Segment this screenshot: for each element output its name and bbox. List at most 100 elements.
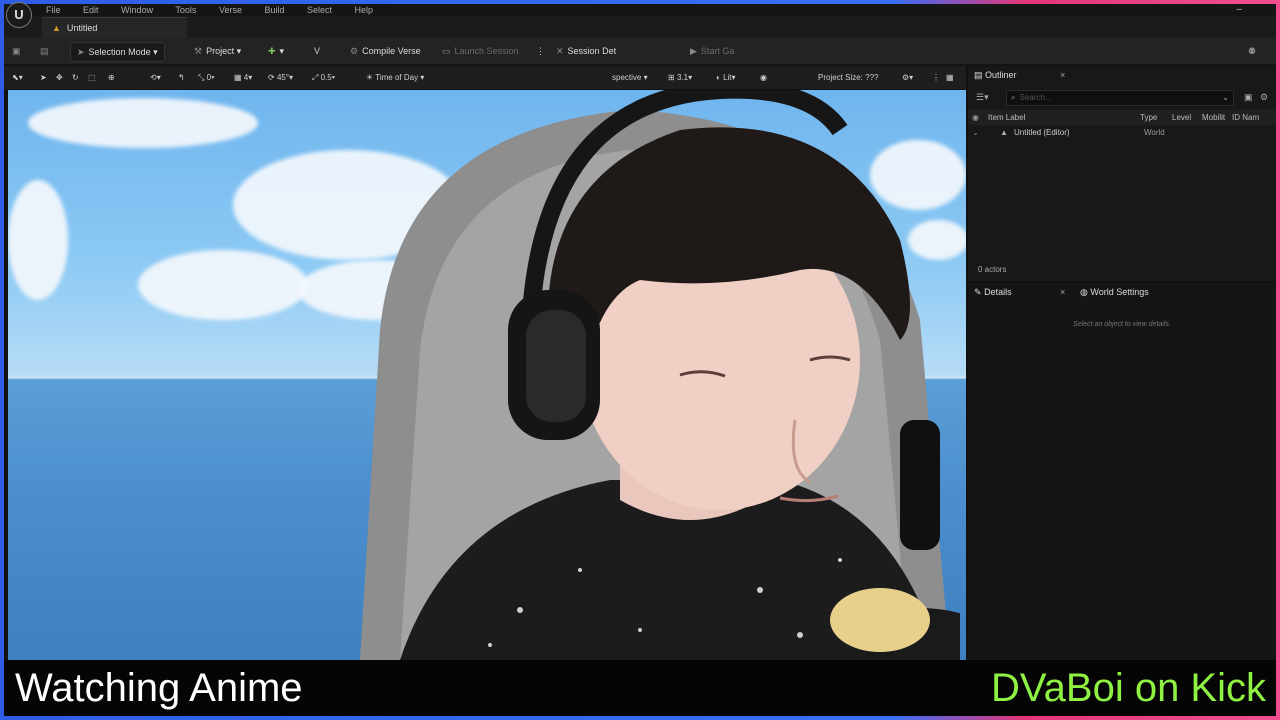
- column-level[interactable]: Level: [1172, 110, 1191, 125]
- viewport-menu-icon[interactable]: ⋮: [932, 69, 940, 86]
- new-folder-icon[interactable]: ▣: [1244, 88, 1253, 106]
- menu-file[interactable]: File: [46, 5, 61, 15]
- project-label: Project: [206, 46, 235, 56]
- filter-icon[interactable]: ☰▾: [976, 88, 989, 106]
- viewport-layout-icon[interactable]: ▦: [946, 69, 954, 86]
- menu-verse[interactable]: Verse: [219, 5, 242, 15]
- menu-window[interactable]: Window: [121, 5, 153, 15]
- tab-untitled[interactable]: ▲ Untitled: [42, 17, 187, 39]
- search-icon: ⌕: [1011, 93, 1016, 102]
- rotate-snap[interactable]: ⟳ 45°▾: [268, 69, 293, 86]
- details-panel: ✎ Details × ◍ World Settings Select an o…: [968, 283, 1276, 660]
- grid-snap[interactable]: ▦ 4▾: [234, 69, 252, 86]
- add-content-button[interactable]: ✚ ▾: [268, 42, 284, 60]
- column-mobility[interactable]: Mobilit: [1202, 110, 1225, 125]
- grid-snap-value: 4: [243, 73, 249, 82]
- world-icon: ▲: [1000, 128, 1008, 137]
- tab-details[interactable]: ✎ Details: [974, 283, 1012, 301]
- viewport-settings-icon[interactable]: ⚙▾: [902, 69, 913, 86]
- visibility-icon[interactable]: ◉: [972, 110, 979, 125]
- lit-icon: ◐: [716, 73, 721, 82]
- view-mode-label: Lit: [723, 73, 732, 82]
- launch-session-button[interactable]: ▭ Launch Session: [442, 42, 519, 60]
- banner-channel-text: DVaBoi on Kick: [991, 666, 1266, 710]
- menu-tools[interactable]: Tools: [175, 5, 196, 15]
- row-label: Untitled (Editor): [1014, 128, 1070, 137]
- menu-edit[interactable]: Edit: [83, 5, 99, 15]
- selection-mode-label: Selection Mode: [88, 47, 151, 57]
- column-type[interactable]: Type: [1140, 110, 1157, 125]
- play-icon: ▶: [690, 46, 697, 56]
- verse-icon[interactable]: V: [314, 42, 324, 60]
- document-tab-bar: ▲ Untitled: [4, 16, 1276, 39]
- perspective-label: spective: [612, 73, 642, 82]
- sun-icon: ☀: [366, 73, 374, 82]
- table-row[interactable]: ⌄ ▲ Untitled (Editor) World: [968, 126, 1276, 140]
- unreal-logo-icon[interactable]: U: [6, 2, 32, 28]
- rotate-icon[interactable]: ↻: [72, 69, 79, 86]
- world-space-icon[interactable]: ⊕: [108, 69, 115, 86]
- translate-snap[interactable]: ⤡ 0▾: [198, 69, 214, 86]
- translate-icon[interactable]: ✥: [56, 69, 63, 86]
- menu-help[interactable]: Help: [355, 5, 374, 15]
- tab-untitled-label: Untitled: [66, 23, 98, 33]
- rotate-snap-value: 45°: [276, 73, 290, 82]
- scale-snap-value: 0.5: [320, 73, 332, 82]
- snap-surface-icon[interactable]: ⟲▾: [150, 69, 161, 86]
- minimize-button[interactable]: –: [1236, 4, 1242, 16]
- camera-speed-button[interactable]: ⊞ 3.1▾: [668, 69, 692, 86]
- tab-world-settings[interactable]: ◍ World Settings: [1080, 283, 1149, 301]
- time-of-day-label: Time of Day: [375, 73, 419, 82]
- menu-select[interactable]: Select: [307, 5, 332, 15]
- world-settings-title: World Settings: [1090, 287, 1149, 297]
- compile-verse-button[interactable]: ⚙ Compile Verse: [350, 42, 421, 60]
- more-options-icon[interactable]: ⋮: [536, 42, 545, 60]
- session-details-button[interactable]: ✕ Session Det: [556, 42, 616, 60]
- start-game-button[interactable]: ▶ Start Ga: [690, 42, 734, 60]
- streamer-image: [360, 90, 960, 660]
- transform-select-icon[interactable]: ⬉▾: [12, 69, 23, 86]
- details-empty-hint: Select an object to view details.: [1073, 321, 1171, 328]
- banner-activity-text: Watching Anime: [15, 666, 303, 710]
- column-id-name[interactable]: ID Nam: [1232, 110, 1259, 125]
- expand-arrow-icon[interactable]: ⌄: [972, 126, 979, 140]
- gear-icon[interactable]: ⚙: [1260, 88, 1268, 106]
- select-icon[interactable]: ➤: [40, 69, 47, 86]
- chevron-down-icon[interactable]: ⌄: [1222, 91, 1229, 105]
- pencil-icon: ✎: [974, 287, 982, 297]
- menu-items: File Edit Window Tools Verse Build Selec…: [46, 4, 393, 16]
- view-mode-button[interactable]: ◐ Lit▾: [716, 69, 736, 86]
- perspective-button[interactable]: spective ▾: [612, 69, 648, 86]
- column-item-label[interactable]: Item Label: [988, 110, 1025, 125]
- time-of-day-button[interactable]: ☀ Time of Day ▾: [366, 69, 424, 86]
- selection-mode-button[interactable]: ➤ Selection Mode ▾: [70, 42, 165, 62]
- menu-build[interactable]: Build: [264, 5, 284, 15]
- project-button[interactable]: ⚒ Project ▾: [194, 42, 241, 60]
- add-icon: ✚: [268, 46, 276, 56]
- compile-icon: ⚙: [350, 46, 359, 56]
- outliner-icon: ▤: [974, 70, 983, 80]
- cursor-icon: ➤: [77, 47, 85, 57]
- close-icon[interactable]: ×: [1060, 283, 1065, 301]
- camera-speed-value: 3.1: [676, 73, 689, 82]
- content-browser-icon[interactable]: ▤: [40, 42, 53, 60]
- main-toolbar: ▣ ▤ ➤ Selection Mode ▾ ⚒ Project ▾ ✚ ▾ V ⚙ C…: [4, 38, 1276, 65]
- close-session-icon: ✕: [556, 46, 564, 56]
- globe-icon: ◍: [1080, 287, 1088, 297]
- show-flags-icon[interactable]: ◉: [760, 69, 767, 86]
- tab-outliner[interactable]: ▤ Outliner: [974, 66, 1017, 84]
- user-icon[interactable]: ⚉: [1248, 42, 1260, 60]
- scale-icon[interactable]: ⬚: [88, 69, 96, 86]
- outliner-panel: ▤ Outliner × ☰▾ ⌕ Search... ⌄ ▣ ⚙ ◉ Item …: [968, 66, 1276, 281]
- details-title: Details: [984, 287, 1012, 297]
- cloud: [8, 180, 68, 300]
- row-type: World: [1144, 128, 1165, 137]
- viewport-toolbar: ⬉▾ ➤ ✥ ↻ ⬚ ⊕ ⟲▾ ↰ ⤡ 0▾ ▦ 4▾ ⟳ 45°▾ ⤢ 0.5…: [4, 66, 966, 89]
- scale-snap[interactable]: ⤢ 0.5▾: [312, 69, 335, 86]
- outliner-column-headers: ◉ Item Label Type Level Mobilit ID Nam: [968, 110, 1276, 125]
- snap-toggle-icon[interactable]: ↰: [178, 69, 185, 86]
- actor-count: 0 actors: [978, 265, 1007, 274]
- save-icon[interactable]: ▣: [12, 42, 25, 60]
- outliner-search-input[interactable]: ⌕ Search... ⌄: [1006, 90, 1234, 106]
- close-icon[interactable]: ×: [1060, 66, 1065, 84]
